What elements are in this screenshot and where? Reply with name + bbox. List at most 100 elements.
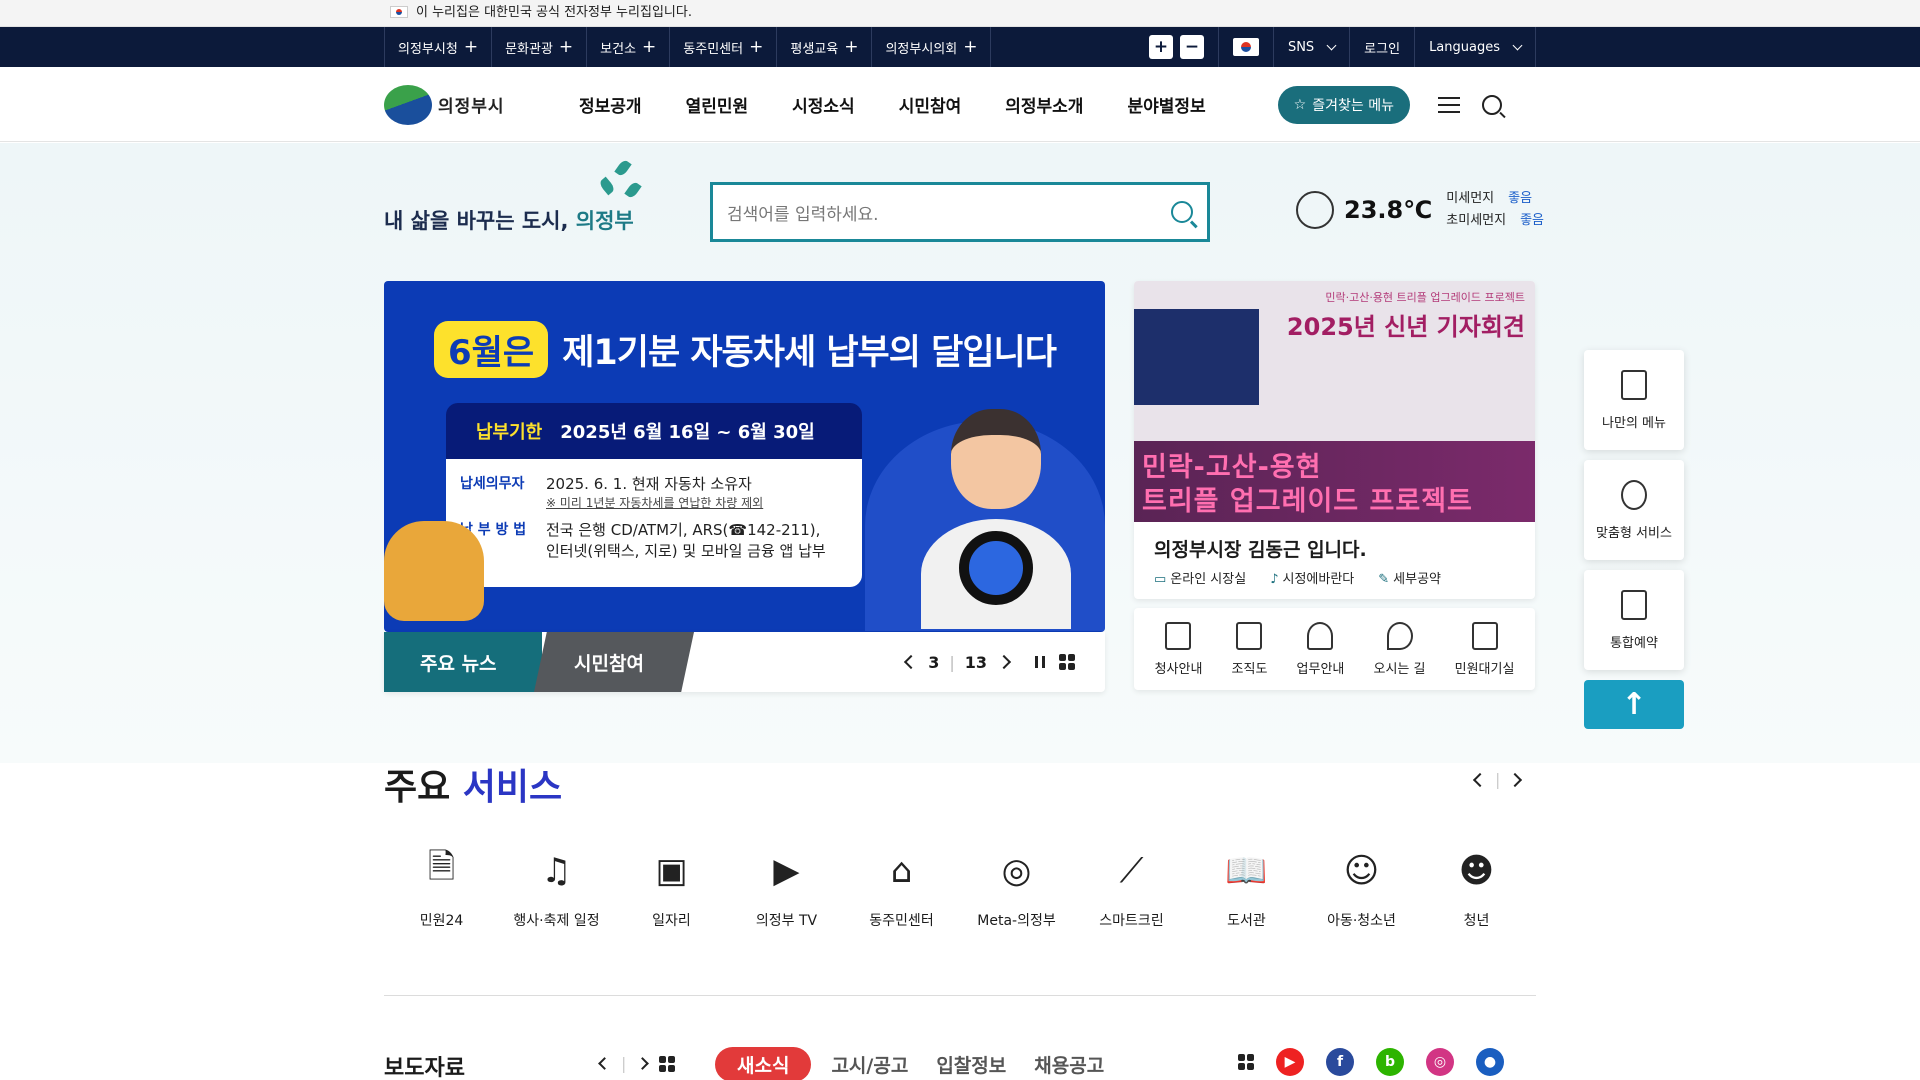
facebook-icon[interactable]: f xyxy=(1326,1048,1354,1076)
tab-news[interactable]: 새소식 xyxy=(715,1047,812,1080)
side-label: 나만의 메뉴 xyxy=(1602,415,1666,431)
hamburger-menu-icon[interactable] xyxy=(1437,96,1460,113)
grid-view-icon[interactable] xyxy=(1238,1054,1254,1070)
link-pledges[interactable]: ✎ 세부공약 xyxy=(1378,568,1441,587)
service-library[interactable]: 📖 도서관 xyxy=(1189,846,1304,930)
ultra-dust-status: 좋음 xyxy=(1520,213,1545,228)
topbar-item-culture[interactable]: 문화관광 + xyxy=(492,27,588,67)
grid-view-icon[interactable] xyxy=(1059,654,1075,670)
temperature: 23.8℃ xyxy=(1344,196,1433,224)
mayor-card[interactable]: 민락·고산·용현 트리플 업그레이드 프로젝트 2025년 신년 기자회견 민락… xyxy=(1134,281,1535,599)
service-label: Meta-의정부 xyxy=(977,913,1056,929)
tab-main-news[interactable]: 주요 뉴스 xyxy=(384,632,542,692)
youtube-icon[interactable]: ▶ xyxy=(1276,1048,1304,1076)
service-jobs[interactable]: ▣ 일자리 xyxy=(614,846,729,930)
search-icon[interactable] xyxy=(1481,94,1502,115)
nav-city-news[interactable]: 시정소식 xyxy=(792,92,855,117)
topbar-item-community[interactable]: 동주민센터 + xyxy=(670,27,778,67)
tab-participation[interactable]: 시민참여 xyxy=(534,632,694,692)
service-events[interactable]: ♫ 행사·축제 일정 xyxy=(499,846,614,930)
service-smart-clean[interactable]: ⟋ 스마트크린 xyxy=(1074,846,1189,930)
service-label: 아동·청소년 xyxy=(1327,913,1396,929)
zoom-in-button[interactable]: + xyxy=(1148,35,1173,59)
side-reservation[interactable]: 통합예약 xyxy=(1584,570,1684,670)
quick-work-guide[interactable]: 업무안내 xyxy=(1297,621,1344,677)
plus-icon: + xyxy=(642,36,657,57)
nav-info-disclosure[interactable]: 정보공개 xyxy=(579,92,642,117)
weather-widget: 23.8℃ 미세먼지 좋음 초미세먼지 좋음 xyxy=(1296,188,1544,232)
sns-dropdown[interactable]: SNS xyxy=(1272,27,1349,67)
tab-bids[interactable]: 입찰정보 xyxy=(936,1051,1006,1078)
service-minwon24[interactable]: 🗎 민원24 xyxy=(384,846,499,930)
service-community-center[interactable]: ⌂ 동주민센터 xyxy=(844,846,959,930)
language-flag-button[interactable] xyxy=(1217,27,1273,67)
languages-label: Languages xyxy=(1429,39,1500,55)
top-utility-bar: 의정부시청 + 문화관광 + 보건소 + 동주민센터 + 평생교육 + 의정부시의회 + +… xyxy=(0,27,1920,67)
search-icon[interactable] xyxy=(1171,201,1193,223)
prev-arrow-icon[interactable] xyxy=(904,654,919,670)
person-heart-icon xyxy=(1621,479,1647,510)
music-notes-icon: ♫ xyxy=(541,851,572,891)
link-label: 세부공약 xyxy=(1393,572,1442,587)
services-title-2: 서비스 xyxy=(462,767,563,808)
service-label: 민원24 xyxy=(419,913,464,929)
location-pin-icon xyxy=(1386,621,1413,650)
banner-month-badge: 6월은 xyxy=(434,321,549,378)
city-news-icon[interactable]: ● xyxy=(1476,1048,1504,1076)
topbar-item-health[interactable]: 보건소 + xyxy=(587,27,671,67)
nav-participation[interactable]: 시민참여 xyxy=(899,92,962,117)
deadline-label: 납부기한 xyxy=(476,422,543,443)
next-arrow-icon[interactable] xyxy=(1508,772,1523,787)
link-label: 시정에바란다 xyxy=(1282,572,1355,587)
main-banner[interactable]: 6월은 제1기분 자동차세 납부의 달입니다 납부기한 2025년 6월 16일 … xyxy=(384,281,1105,632)
next-arrow-icon[interactable] xyxy=(996,654,1012,670)
service-youth[interactable]: ☻ 청년 xyxy=(1419,846,1534,930)
prev-arrow-icon[interactable] xyxy=(1472,772,1488,787)
nav-about[interactable]: 의정부소개 xyxy=(1005,92,1083,117)
grid-view-icon[interactable] xyxy=(659,1055,676,1072)
blog-icon[interactable]: b xyxy=(1376,1048,1404,1076)
mayor-image-band-2: 트리플 업그레이드 프로젝트 xyxy=(1142,486,1473,517)
next-arrow-icon[interactable] xyxy=(636,1057,650,1070)
side-label: 맞춤형 서비스 xyxy=(1596,525,1672,541)
ultra-dust-label: 초미세먼지 xyxy=(1446,213,1507,228)
chevron-down-icon xyxy=(1326,40,1337,50)
favorite-menu-button[interactable]: ☆ 즐겨찾는 메뉴 xyxy=(1277,85,1410,124)
topbar-label: 문화관광 xyxy=(505,41,553,57)
banner-pager: 3 | 13 xyxy=(894,632,1075,692)
zoom-out-button[interactable]: − xyxy=(1179,35,1204,59)
service-children[interactable]: ☺ 아동·청소년 xyxy=(1304,846,1419,930)
instagram-icon[interactable]: ◎ xyxy=(1426,1048,1454,1076)
languages-dropdown[interactable]: Languages xyxy=(1414,27,1536,67)
topbar-label: 보건소 xyxy=(600,41,637,57)
search-placeholder: 검색어를 입력하세요. xyxy=(727,204,879,225)
link-online-mayor-office[interactable]: ▭ 온라인 시장실 xyxy=(1154,568,1246,587)
site-logo[interactable]: 의정부시 xyxy=(384,84,584,125)
quick-building-guide[interactable]: 청사안내 xyxy=(1155,621,1202,677)
pause-icon[interactable] xyxy=(1035,656,1045,668)
search-input[interactable]: 검색어를 입력하세요. xyxy=(710,182,1210,242)
service-label: 도서관 xyxy=(1227,913,1266,929)
prev-arrow-icon[interactable] xyxy=(598,1057,611,1070)
press-conference-image: 민락·고산·용현 트리플 업그레이드 프로젝트 2025년 신년 기자회견 민락… xyxy=(1134,281,1535,522)
quick-directions[interactable]: 오시는 길 xyxy=(1374,621,1426,677)
quick-waiting-room[interactable]: 민원대기실 xyxy=(1455,621,1514,677)
quick-org-chart[interactable]: 조직도 xyxy=(1232,621,1267,677)
nav-civil-service[interactable]: 열린민원 xyxy=(686,92,749,117)
topbar-item-cityhall[interactable]: 의정부시청 + xyxy=(384,27,493,67)
scroll-top-button[interactable]: ↑ xyxy=(1584,680,1684,729)
login-link[interactable]: 로그인 xyxy=(1349,27,1414,67)
service-tv[interactable]: ▶ 의정부 TV xyxy=(729,846,844,930)
tab-recruitment[interactable]: 채용공고 xyxy=(1034,1051,1104,1078)
side-custom-service[interactable]: 맞춤형 서비스 xyxy=(1584,460,1684,560)
plus-icon: + xyxy=(749,36,764,57)
side-my-menu[interactable]: 나만의 메뉴 xyxy=(1584,350,1684,450)
link-suggestions[interactable]: ♪ 시정에바란다 xyxy=(1270,568,1354,587)
topbar-item-council[interactable]: 의정부시의회 + xyxy=(872,27,992,67)
service-meta[interactable]: ◎ Meta-의정부 xyxy=(959,846,1074,930)
method-line-2: 인터넷(위택스, 지로) 및 모바일 금융 앱 납부 xyxy=(546,542,826,560)
topbar-item-education[interactable]: 평생교육 + xyxy=(777,27,873,67)
nav-fields[interactable]: 분야별정보 xyxy=(1127,92,1205,117)
calendar-icon xyxy=(1621,589,1647,620)
tab-notices[interactable]: 고시/공고 xyxy=(831,1051,908,1078)
